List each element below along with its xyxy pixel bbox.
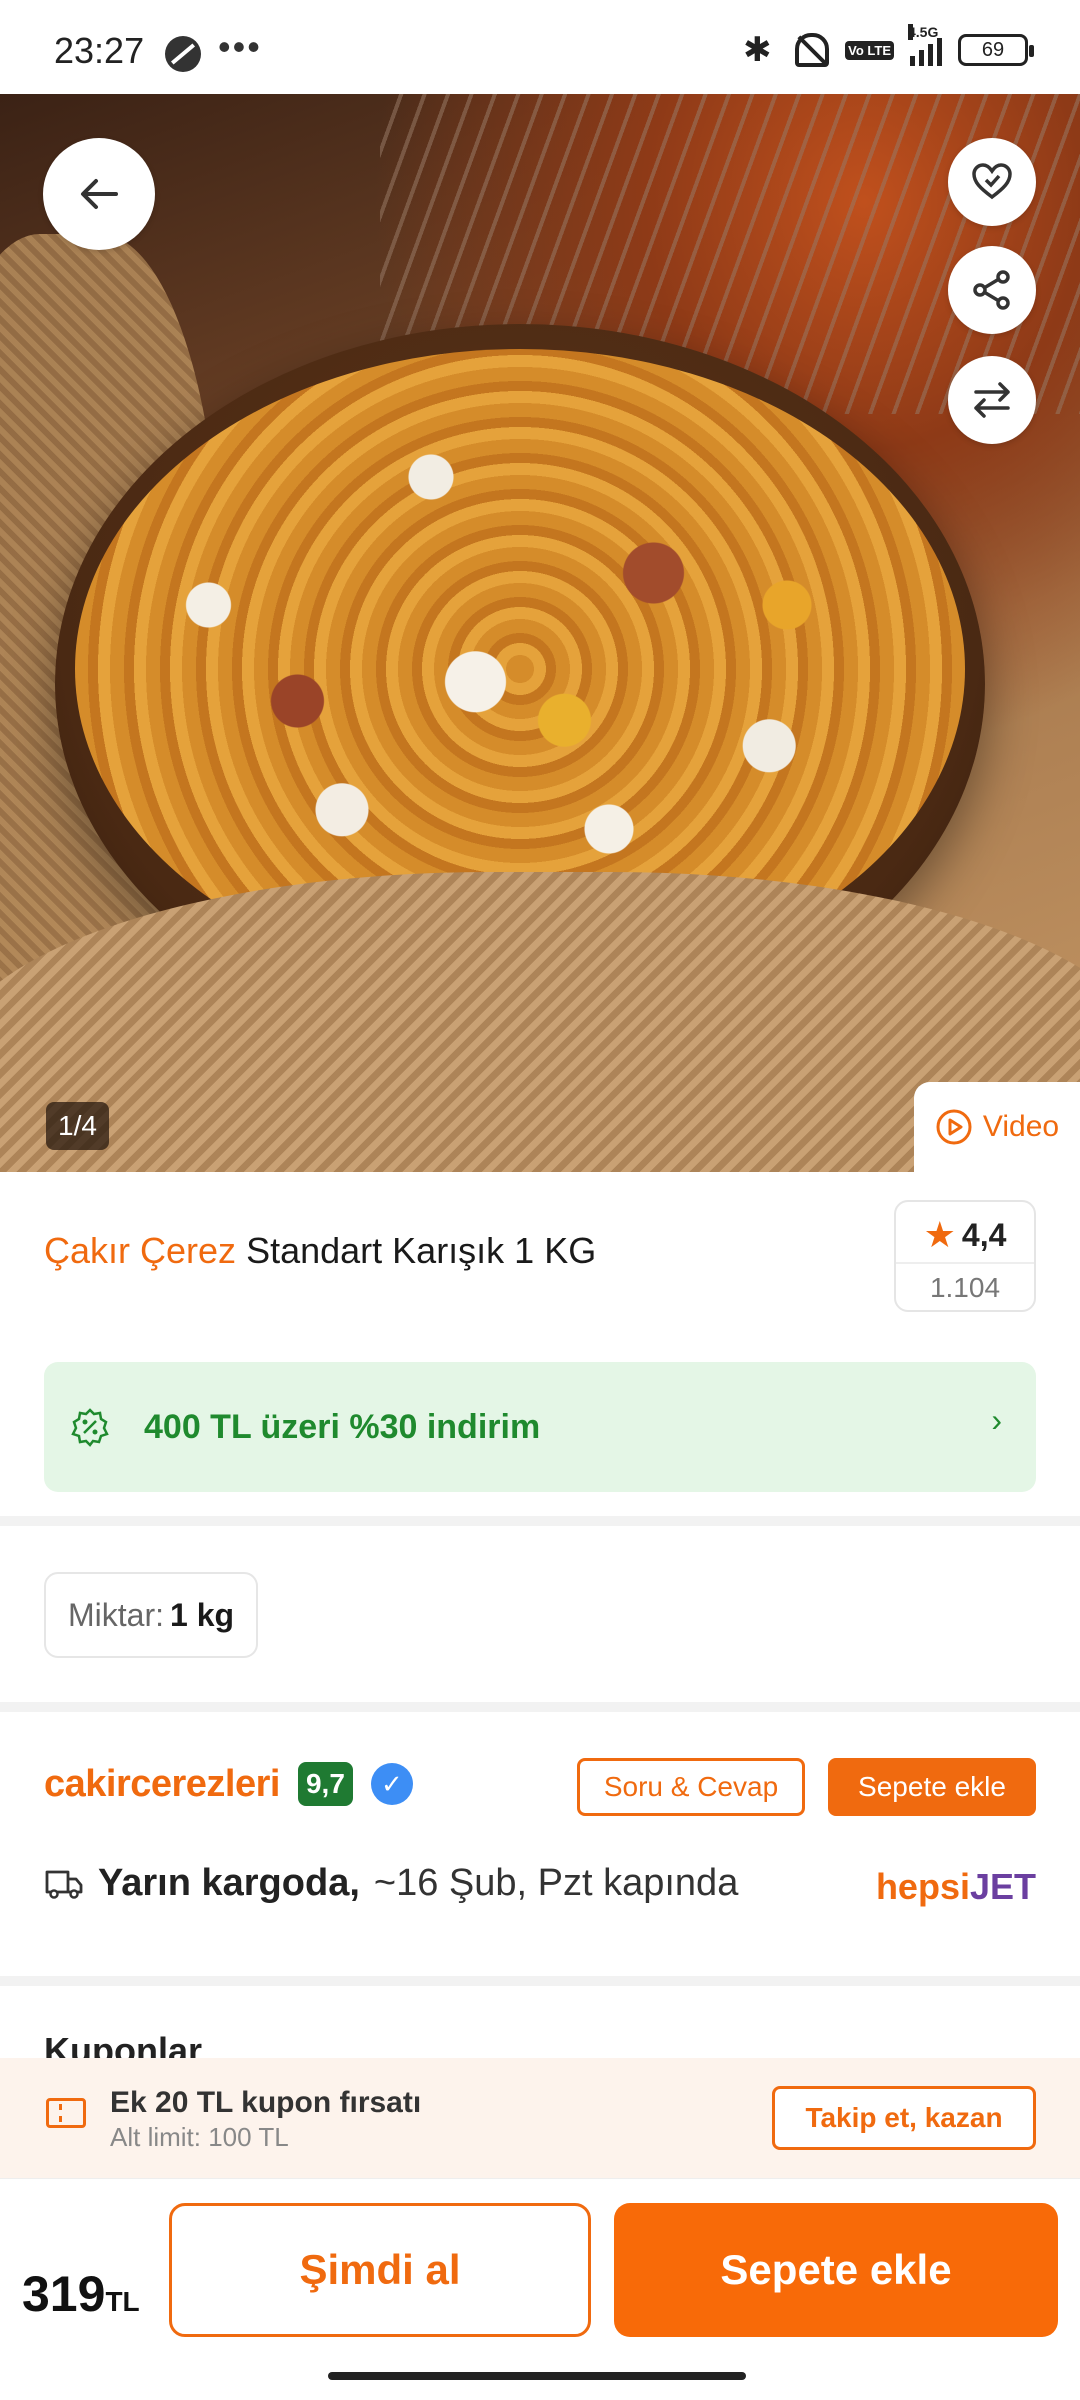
coupon-banner: Ek 20 TL kupon fırsatı Alt limit: 100 TL… (0, 2058, 1080, 2178)
favorite-button[interactable] (948, 138, 1036, 226)
share-icon (973, 270, 1010, 310)
rating-count: 1.104 (896, 1262, 1034, 1304)
compare-icon (974, 382, 1010, 418)
more-notifications-icon: ••• (218, 26, 262, 67)
status-time: 23:27 (54, 30, 145, 71)
focus-mode-icon (165, 36, 201, 72)
bluetooth-icon: ✱ (743, 31, 772, 69)
home-indicator[interactable] (328, 2372, 746, 2380)
delivery-date-strong: Yarın kargoda, (98, 1862, 360, 1904)
seller-info: cakircerezleri 9,7 ✓ (44, 1762, 413, 1806)
discount-banner[interactable]: 400 TL üzeri %30 indirim › (44, 1362, 1036, 1492)
seller-name-link[interactable]: cakircerezleri (44, 1763, 280, 1806)
discount-badge-icon (71, 1408, 109, 1447)
coupon-limit-text: Alt limit: 100 TL (110, 2122, 289, 2152)
product-name: Standart Karışık 1 KG (246, 1230, 597, 1271)
seller-add-to-cart-button[interactable]: Sepete ekle (828, 1758, 1036, 1816)
battery-level: 69 (981, 39, 1005, 61)
quantity-value: 1 kg (170, 1596, 235, 1633)
back-arrow-icon (81, 179, 118, 209)
rating-score-row: ★ 4,4 (896, 1214, 1034, 1256)
mute-bell-icon (795, 33, 830, 67)
battery-icon: 69 (958, 34, 1034, 66)
favorite-heart-icon (972, 163, 1012, 200)
discount-text: 400 TL üzeri %30 indirim (144, 1407, 541, 1446)
hepsijet-logo-part-a: hepsi (875, 1866, 970, 1907)
section-divider (0, 1976, 1080, 1986)
section-divider (0, 1516, 1080, 1526)
share-button[interactable] (948, 246, 1036, 334)
video-label: Video (982, 1110, 1060, 1143)
seller-score-badge: 9,7 (297, 1762, 353, 1806)
product-image[interactable] (0, 94, 1080, 1172)
compare-button[interactable] (948, 356, 1036, 444)
price-currency: TL (105, 2286, 140, 2317)
play-circle-icon (936, 1109, 972, 1145)
quantity-label: Miktar: (68, 1596, 164, 1633)
delivery-date-detail: ~16 Şub, Pzt kapında (373, 1862, 739, 1904)
follow-and-win-button[interactable]: Takip et, kazan (772, 2086, 1036, 2150)
product-brand-link[interactable]: Çakır Çerez (44, 1230, 236, 1271)
chevron-right-icon: › (991, 1402, 1002, 1438)
network-type: 4.5G (908, 24, 939, 40)
star-icon: ★ (923, 1214, 956, 1255)
back-button[interactable] (43, 138, 155, 250)
add-to-cart-button[interactable]: Sepete ekle (614, 2203, 1058, 2337)
hepsijet-logo: hepsiJET (876, 1866, 1036, 1908)
qa-button[interactable]: Soru & Cevap (577, 1758, 805, 1816)
bottom-purchase-bar: 319TL Şimdi al Sepete ekle (0, 2178, 1080, 2400)
rating-box[interactable]: ★ 4,4 1.104 (894, 1200, 1036, 1312)
verified-check-icon: ✓ (370, 1763, 413, 1805)
delivery-truck-icon (45, 1870, 83, 1899)
buy-now-button[interactable]: Şimdi al (169, 2203, 591, 2337)
rating-score: 4,4 (961, 1216, 1007, 1253)
section-divider (0, 1702, 1080, 1712)
product-title-row: Çakır Çerez Standart Karışık 1 KG ★ 4,4 … (44, 1200, 1036, 1312)
video-button[interactable]: Video (914, 1082, 1080, 1172)
coupon-ticket-icon (46, 2098, 86, 2128)
product-price: 319TL (22, 2265, 140, 2323)
image-counter: 1/4 (46, 1102, 109, 1150)
delivery-info: Yarın kargoda, ~16 Şub, Pzt kapında (44, 1862, 738, 1905)
signal-icon: 4.5G (908, 24, 942, 66)
hepsijet-logo-part-b: JET (969, 1866, 1036, 1907)
coupon-offer-text: Ek 20 TL kupon fırsatı (110, 2086, 422, 2119)
price-value: 319 (22, 2266, 106, 2322)
status-bar: 23:27 ••• ✱ Vo LTE 4.5G 69 (0, 0, 1080, 94)
product-title: Çakır Çerez Standart Karışık 1 KG (44, 1230, 596, 1272)
volte-icon: Vo LTE (845, 40, 894, 60)
quantity-selector[interactable]: Miktar: 1 kg (44, 1572, 259, 1658)
